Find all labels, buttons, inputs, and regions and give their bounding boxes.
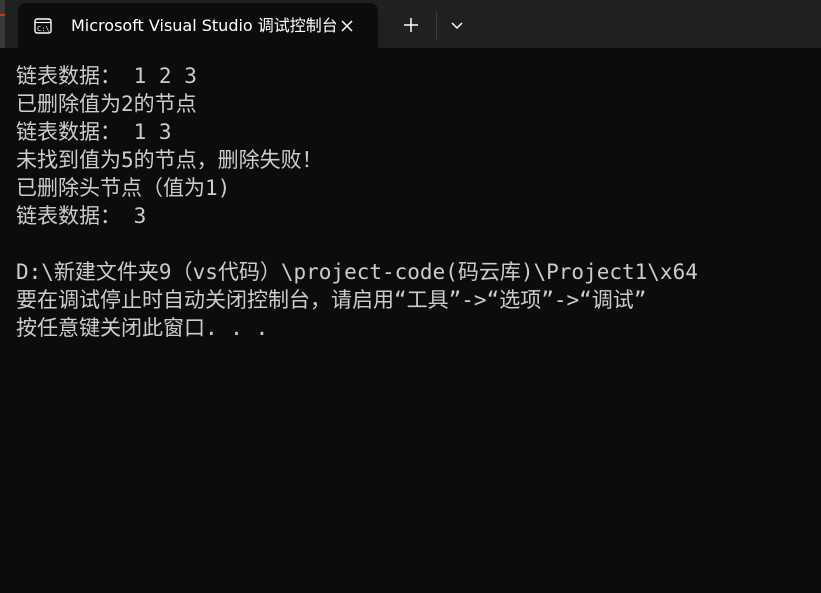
console-line: 已删除头节点（值为1) — [16, 176, 231, 200]
plus-icon[interactable] — [398, 12, 424, 38]
console-output[interactable]: 链表数据： 1 2 3 已删除值为2的节点 链表数据： 1 3 未找到值为5的节… — [0, 48, 821, 593]
console-line: 要在调试停止时自动关闭控制台，请启用“工具”->“选项”->“调试” — [16, 288, 647, 312]
console-line: 已删除值为2的节点 — [16, 92, 197, 116]
svg-text:C:\: C:\ — [37, 25, 50, 33]
chevron-down-icon[interactable] — [444, 12, 470, 38]
console-line: D:\新建文件夹9（vs代码）\project-code(码云库)\Projec… — [16, 260, 698, 284]
close-icon[interactable] — [336, 15, 358, 37]
window-edge-marker — [0, 14, 5, 16]
console-line: 按任意键关闭此窗口. . . — [16, 316, 269, 340]
tab-separator — [436, 12, 437, 40]
window-edge — [0, 0, 5, 48]
console-line: 链表数据： 3 — [16, 204, 147, 228]
terminal-window: C:\ Microsoft Visual Studio 调试控制台 链表数据： … — [0, 0, 821, 593]
console-line: 未找到值为5的节点，删除失败！ — [16, 148, 323, 172]
console-line: 链表数据： 1 3 — [16, 120, 172, 144]
tab-bar: C:\ Microsoft Visual Studio 调试控制台 — [0, 0, 821, 48]
tab-title: Microsoft Visual Studio 调试控制台 — [71, 16, 336, 35]
console-app-icon: C:\ — [34, 17, 52, 35]
tab-debug-console[interactable]: C:\ Microsoft Visual Studio 调试控制台 — [18, 3, 378, 48]
console-line: 链表数据： 1 2 3 — [16, 64, 197, 88]
